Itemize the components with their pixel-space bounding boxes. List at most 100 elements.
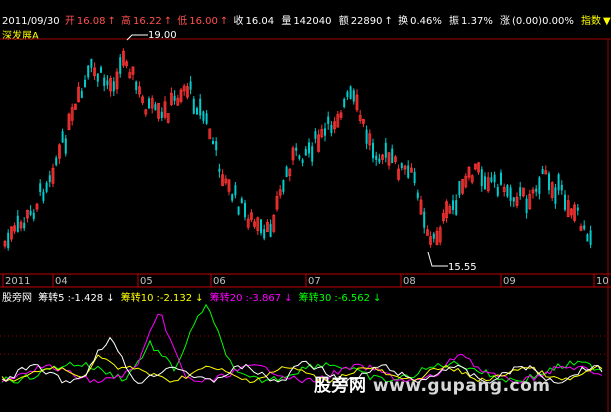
candle-body [48,175,51,183]
candle-body [484,176,486,190]
axis-label: 10 [596,276,609,287]
indicator-legend: 股旁网 筹转5:-1.428 ↓ 筹转10:-2.132 ↓ 筹转20:-3.867… [2,289,384,304]
candle-body [90,58,93,68]
candle-body [327,116,330,124]
legend-series-3: 筹转20:-3.867 ↓ [209,293,293,304]
candle-body [42,191,45,201]
candle-body [535,188,538,192]
candle-body [199,98,202,116]
candle-body [391,148,394,164]
candle-body [458,181,461,196]
axis-label: 05 [140,276,153,287]
price-annotations: 19.00 15.55 [126,30,477,273]
axis-label: 06 [213,276,226,287]
candle-body [23,222,26,229]
candle-body [413,171,416,184]
candle-body [490,177,493,182]
candle-body [330,125,333,134]
candle-body [365,129,368,144]
candle-body [416,192,419,199]
candle-body [432,233,435,239]
candle-body [32,212,35,219]
min-price-label: 15.55 [448,262,477,273]
candle-body [480,169,483,186]
indicator-name: 股旁网 [2,293,32,304]
candle-body [352,90,355,102]
candle-body [100,67,102,73]
candle-body [84,79,86,87]
time-axis: 2011 04 05 06 07 08 09 10 [2,274,609,287]
candle-body [148,98,150,109]
min-price-pointer [427,251,448,267]
candle-body [192,98,195,114]
candle-body [538,177,541,194]
candle-body [304,148,307,156]
axis-label: 08 [403,276,416,287]
candle-body [240,198,243,204]
candle-body [295,147,298,151]
candle-body [218,168,221,172]
candle-body [103,77,106,86]
candle-body [512,197,515,202]
candle-body [16,215,19,232]
candle-body [557,174,560,191]
watermark: 股旁网 www.gupang.com [314,371,551,396]
candle-body [314,131,317,139]
candle-body [298,155,301,159]
candle-body [119,57,122,74]
candle-body [234,185,237,196]
candle-body [160,111,163,119]
axis-label: 2011 [5,276,30,287]
axis-label: 07 [308,276,321,287]
candle-body [64,138,67,154]
candle-body [324,128,326,136]
candle-body [343,98,346,108]
candle-body [548,173,550,191]
candle-body [519,187,522,197]
candle-body [205,113,208,124]
candle-body [106,80,109,86]
candle-body [96,73,99,82]
candle-body [496,187,499,196]
candle-body [311,146,314,162]
candle-body [260,219,262,233]
candle-body [384,142,387,158]
candle-body [269,224,272,237]
candle-body [586,234,589,242]
candle-body [423,211,426,228]
candle-body [112,81,115,92]
candle-body [285,166,288,178]
watermark-domain: www.gupang.com [372,376,551,396]
candle-body [263,229,266,239]
candle-body [308,142,310,154]
candle-body [407,165,410,178]
candle-body [282,180,285,192]
candle-body [564,194,566,210]
candle-body [541,168,544,175]
candle-body [87,65,90,78]
axis-label: 04 [55,276,68,287]
candle-body [7,232,10,249]
watermark-cn: 股旁网 [314,376,367,396]
candle-body [500,172,502,185]
candle-body [455,200,458,215]
candle-body [400,163,403,168]
candle-body [589,230,592,245]
candle-body [29,210,32,215]
kline-chart[interactable]: 19.00 15.55 2011 04 05 06 07 08 09 10 [0,0,611,412]
candle-body [231,194,234,201]
candlestick-series [3,48,592,251]
candle-body [61,131,64,143]
candle-body [237,206,240,215]
chart-grid [0,38,611,412]
candle-body [301,159,304,163]
candle-body [215,141,218,151]
candle-body [196,108,198,115]
candle-body [45,182,48,192]
candle-body [212,140,214,145]
candle-body [135,81,138,91]
legend-series-2: 筹转10:-2.132 ↓ [120,293,204,304]
candle-body [202,111,205,121]
candle-body [378,158,381,163]
candle-body [583,225,586,230]
